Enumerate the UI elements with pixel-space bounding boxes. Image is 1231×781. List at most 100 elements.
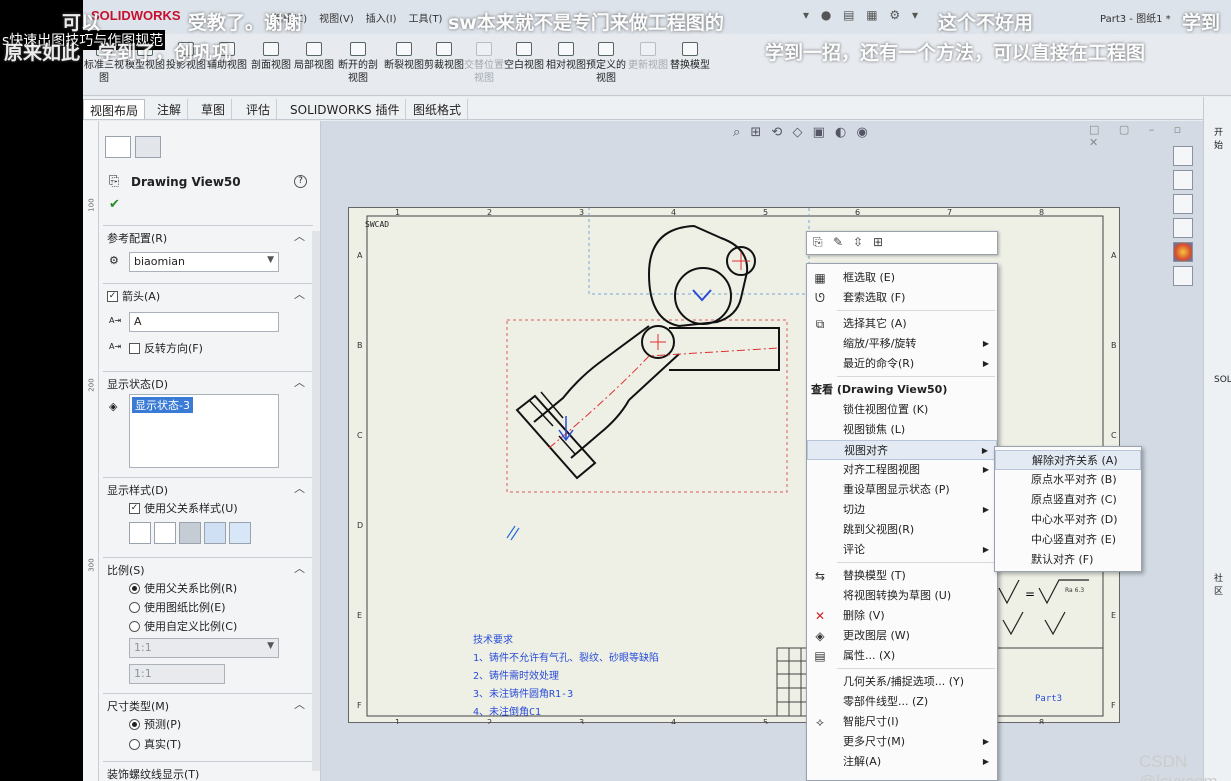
heads-up-view-toolbar[interactable]: ⌕ ⊞ ⟲ ◇ ▣ ◐ ◉	[733, 125, 871, 140]
ribbon-button[interactable]: 剪裁视图	[423, 42, 465, 94]
menu-item[interactable]: ✕ 删除 (V)	[807, 606, 997, 626]
menu-item[interactable]: ▦ 框选取 (E)	[807, 268, 997, 288]
menu-item[interactable]: 切边 ▶	[807, 500, 997, 520]
menu-item[interactable]: 视图锁焦 (L)	[807, 420, 997, 440]
title-quick-icons[interactable]: ▾ ● ▤ ▦ ⚙ ▾	[803, 8, 922, 22]
menu-insert[interactable]: 插入(I)	[366, 10, 397, 25]
ribbon-button[interactable]: 更新视图	[627, 42, 669, 94]
menu-item[interactable]: 注解(A) ▶	[807, 752, 997, 772]
ribbon-button[interactable]: 交替位置视图	[463, 42, 505, 94]
grid-icon[interactable]: ⊞	[873, 235, 883, 249]
ribbon-button[interactable]: 剖面视图	[250, 42, 292, 94]
display-state-item[interactable]: 显示状态-3	[132, 397, 193, 413]
menu-item[interactable]: 将视图转换为草图 (U)	[807, 586, 997, 606]
ribbon-button[interactable]: 相对视图	[545, 42, 587, 94]
collapse-icon[interactable]: ︿	[294, 286, 305, 302]
submenu-item[interactable]: 中心竖直对齐 (E)	[995, 530, 1141, 550]
menu-item[interactable]: ᘎ 套索选取 (F)	[807, 288, 997, 308]
menu-item[interactable]: ⇆ 替换模型 (T)	[807, 566, 997, 586]
arrow-label-input[interactable]: A	[129, 312, 279, 332]
pen-icon[interactable]: ✎	[833, 235, 843, 249]
zoom-to-fit-icon[interactable]: ⎘	[813, 235, 823, 250]
tab-sheet-format[interactable]: 图纸格式	[407, 99, 469, 119]
3d-view-icon[interactable]	[1173, 170, 1193, 190]
preset-scale-select[interactable]: 1:1 ▼	[129, 638, 279, 658]
radio[interactable]	[129, 582, 140, 594]
ribbon-button[interactable]: 预定义的视图	[585, 42, 627, 94]
menu-view[interactable]: 视图(V)	[319, 10, 354, 25]
align-icon[interactable]: ⇳	[853, 235, 863, 249]
radio[interactable]	[129, 718, 140, 730]
ribbon-button[interactable]: 局部视图	[293, 42, 335, 94]
help-icon[interactable]: ?	[294, 175, 307, 188]
menu-item[interactable]: 更多尺寸(M) ▶	[807, 732, 997, 752]
tab-sketch[interactable]: 草图	[195, 99, 233, 119]
hidden-visible-style-button[interactable]	[154, 522, 176, 544]
collapse-icon[interactable]: ︿	[294, 480, 305, 496]
ribbon-button[interactable]: 替换模型	[669, 42, 711, 94]
radio[interactable]	[129, 601, 140, 613]
tab-evaluate[interactable]: 评估	[240, 99, 278, 119]
ribbon-button[interactable]: 空白视图	[503, 42, 545, 94]
menu-item[interactable]: ⧉ 选择其它 (A)	[807, 314, 997, 334]
collapse-icon[interactable]: ︿	[294, 228, 305, 244]
menu-item[interactable]: 跳到父视图(R)	[807, 520, 997, 540]
ribbon-button[interactable]: 断开的剖视图	[337, 42, 379, 94]
menu-item[interactable]: 重设草图显示状态 (P)	[807, 480, 997, 500]
ribbon-view-icon	[558, 42, 574, 56]
config-select[interactable]: biaomian ▼	[129, 252, 279, 272]
arrow-checkbox[interactable]: ✓	[107, 290, 118, 302]
menu-tools[interactable]: 工具(T)	[409, 10, 443, 25]
property-manager-tab[interactable]	[105, 136, 131, 158]
dim-type-projected[interactable]: 预测(P)	[129, 716, 181, 732]
feature-tree-tab[interactable]	[135, 136, 161, 158]
menu-item[interactable]: 锁住视图位置 (K)	[807, 400, 997, 420]
menu-item[interactable]: 对齐工程图视图 ▶	[807, 460, 997, 480]
menu-item[interactable]: ⟡ 智能尺寸(I)	[807, 712, 997, 732]
menu-item[interactable]: 视图对齐 ▶	[807, 440, 997, 460]
submenu-item[interactable]: 原点竖直对齐 (C)	[995, 490, 1141, 510]
radio[interactable]	[129, 620, 140, 632]
submenu-item[interactable]: 中心水平对齐 (D)	[995, 510, 1141, 530]
hidden-removed-style-button[interactable]	[179, 522, 201, 544]
menu-item[interactable]: ▤ 属性... (X)	[807, 646, 997, 666]
home-icon[interactable]	[1173, 146, 1193, 166]
submenu-item[interactable]: 解除对齐关系 (A)	[995, 450, 1141, 470]
pm-scrollbar[interactable]	[312, 231, 320, 771]
display-state-list[interactable]: 显示状态-3	[129, 394, 279, 468]
scale-option-0[interactable]: 使用父关系比例(R)	[129, 580, 237, 596]
collapse-icon[interactable]: ︿	[294, 696, 305, 712]
ok-check-icon[interactable]: ✔	[109, 197, 120, 212]
submenu-item[interactable]: 原点水平对齐 (B)	[995, 470, 1141, 490]
custom-properties-icon[interactable]	[1173, 266, 1193, 286]
folder-icon[interactable]	[1173, 194, 1193, 214]
menu-item[interactable]: 几何关系/捕捉选项... (Y)	[807, 672, 997, 692]
shaded-edges-style-button[interactable]	[204, 522, 226, 544]
grid-row-label: D	[357, 521, 363, 530]
menu-item-label: 智能尺寸(I)	[843, 715, 899, 728]
menu-item[interactable]: ◈ 更改图层 (W)	[807, 626, 997, 646]
menu-item[interactable]: 缩放/平移/旋转 ▶	[807, 334, 997, 354]
tab-addins[interactable]: SOLIDWORKS 插件	[284, 99, 407, 119]
tab-annotation[interactable]: 注解	[151, 99, 189, 119]
task-pane[interactable]: 开始 SOL 社区	[1203, 97, 1231, 781]
collapse-icon[interactable]: ︿	[294, 560, 305, 576]
custom-scale-input[interactable]: 1:1	[129, 664, 225, 684]
menu-item[interactable]: 评论 ▶	[807, 540, 997, 560]
submenu-item[interactable]: 默认对齐 (F)	[995, 550, 1141, 570]
shaded-style-button[interactable]	[229, 522, 251, 544]
dim-type-true[interactable]: 真实(T)	[129, 736, 181, 752]
use-parent-style-checkbox[interactable]: ✓	[129, 502, 140, 514]
view-palette-icon[interactable]	[1173, 218, 1193, 238]
scale-option-2[interactable]: 使用自定义比例(C)	[129, 618, 237, 634]
wireframe-style-button[interactable]	[129, 522, 151, 544]
menu-item[interactable]: 最近的命令(R) ▶	[807, 354, 997, 374]
ribbon-button[interactable]: 断裂视图	[383, 42, 425, 94]
tab-view-layout[interactable]: 视图布局	[83, 99, 146, 119]
collapse-icon[interactable]: ︿	[294, 374, 305, 390]
radio[interactable]	[129, 738, 140, 750]
menu-item[interactable]: 零部件线型... (Z)	[807, 692, 997, 712]
appearance-icon[interactable]	[1173, 242, 1193, 262]
reverse-checkbox[interactable]	[129, 342, 140, 354]
scale-option-1[interactable]: 使用图纸比例(E)	[129, 599, 226, 615]
